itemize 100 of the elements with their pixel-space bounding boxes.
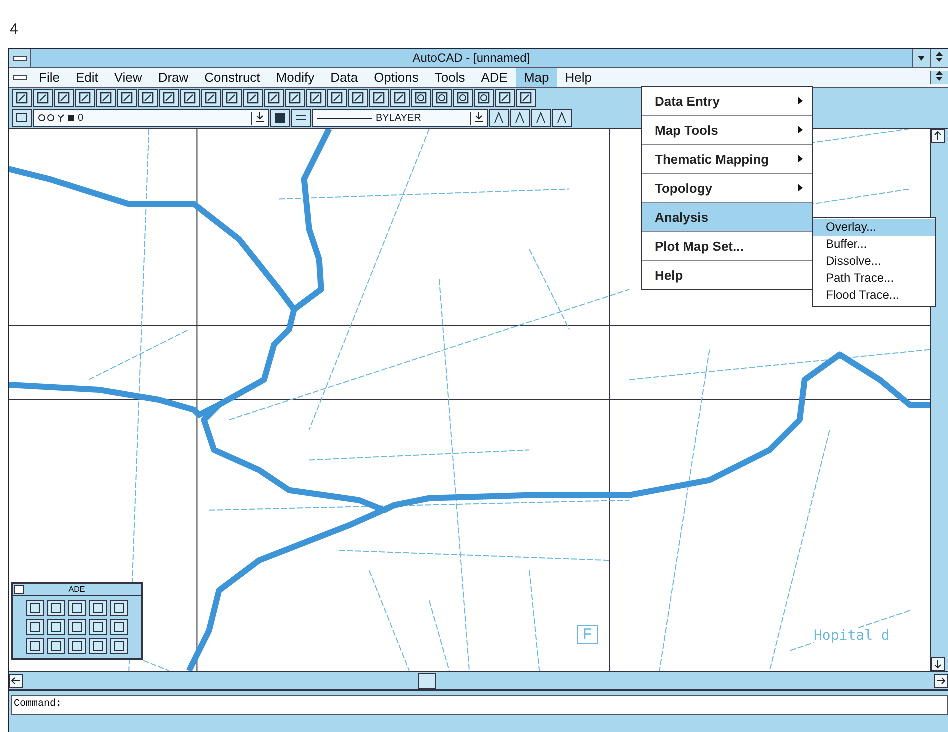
- toolbar-button[interactable]: [510, 109, 530, 127]
- toolbar-button[interactable]: [552, 109, 572, 127]
- toolbar-button[interactable]: [432, 89, 452, 107]
- square-icon: [288, 91, 302, 105]
- linetype-name: BYLAYER: [376, 112, 422, 124]
- square-icon: [113, 640, 125, 652]
- toolbar-button[interactable]: [222, 89, 242, 107]
- map-label-box: F: [577, 625, 598, 644]
- toolbar-button[interactable]: [390, 89, 410, 107]
- toolbar-button[interactable]: [495, 89, 515, 107]
- toolbar-button[interactable]: [489, 109, 509, 127]
- toolbox-button[interactable]: [26, 619, 44, 635]
- menu-item[interactable]: Overlay...: [813, 219, 935, 236]
- toolbox-button[interactable]: [47, 638, 65, 654]
- system-menu-button[interactable]: [14, 585, 24, 594]
- minimize-button[interactable]: [912, 49, 930, 67]
- toolbox-button[interactable]: [26, 638, 44, 654]
- toolbar-button[interactable]: [327, 89, 347, 107]
- toolbox-button[interactable]: [68, 619, 86, 635]
- square-icon: [519, 91, 533, 105]
- menu-item[interactable]: Map Tools: [642, 116, 812, 145]
- menu-item[interactable]: Analysis: [642, 203, 812, 232]
- toolbar-button[interactable]: [411, 89, 431, 107]
- toolbar-button[interactable]: [285, 89, 305, 107]
- toolbox-button[interactable]: [47, 619, 65, 635]
- toolbar-button[interactable]: [348, 89, 368, 107]
- layers-button[interactable]: [12, 109, 32, 127]
- toolbar-button[interactable]: [117, 89, 137, 107]
- toolbar-button[interactable]: [180, 89, 200, 107]
- square-icon: [162, 91, 176, 105]
- toolbox-button[interactable]: [68, 638, 86, 654]
- square-icon: [225, 91, 239, 105]
- toolbar-button[interactable]: [54, 89, 74, 107]
- toolbox-button[interactable]: [68, 600, 86, 616]
- linetype-button[interactable]: [291, 109, 311, 127]
- system-menu-button[interactable]: [9, 49, 31, 67]
- square-icon: [71, 621, 83, 633]
- toolbar-button[interactable]: [306, 89, 326, 107]
- toolbox-button[interactable]: [89, 600, 107, 616]
- square-icon: [50, 640, 62, 652]
- toolbox-button[interactable]: [26, 600, 44, 616]
- horizontal-scrollbar[interactable]: [9, 671, 948, 691]
- color-button[interactable]: [270, 109, 290, 127]
- square-icon: [29, 640, 41, 652]
- square-icon: [246, 91, 260, 105]
- toolbar-button[interactable]: [453, 89, 473, 107]
- toolbar-button[interactable]: [264, 89, 284, 107]
- square-icon: [141, 91, 155, 105]
- menu-item[interactable]: Thematic Mapping: [642, 145, 812, 174]
- menu-item[interactable]: View: [106, 68, 150, 87]
- menu-item[interactable]: Construct: [196, 68, 268, 87]
- square-icon: [50, 602, 62, 614]
- toolbar-button[interactable]: [75, 89, 95, 107]
- layer-dropdown[interactable]: 0: [33, 109, 269, 127]
- menu-item[interactable]: Map: [516, 68, 558, 87]
- toolbar-button[interactable]: [138, 89, 158, 107]
- menu-item[interactable]: Options: [366, 68, 427, 87]
- square-icon: [113, 621, 125, 633]
- toolbox-title: ADE: [68, 585, 86, 594]
- scroll-thumb[interactable]: [418, 673, 436, 689]
- toolbar-button[interactable]: [201, 89, 221, 107]
- toolbar-button[interactable]: [474, 89, 494, 107]
- toolbar-button[interactable]: [243, 89, 263, 107]
- toolbar-button[interactable]: [516, 89, 536, 107]
- toolbar-button[interactable]: [12, 89, 32, 107]
- vertical-scrollbar[interactable]: [930, 129, 948, 671]
- square-icon: [71, 602, 83, 614]
- toolbox-button[interactable]: [110, 600, 128, 616]
- menu-item[interactable]: Help: [557, 68, 600, 87]
- menu-item[interactable]: ADE: [473, 68, 516, 87]
- menu-item[interactable]: Data: [322, 68, 366, 87]
- menu-item[interactable]: Modify: [268, 68, 323, 87]
- toolbar-button[interactable]: [369, 89, 389, 107]
- restore-button[interactable]: [930, 71, 948, 84]
- down-triangle-icon: [918, 56, 925, 60]
- square-icon: [15, 91, 29, 105]
- dropdown-arrow-icon: [256, 112, 264, 122]
- menu-item[interactable]: Tools: [426, 68, 474, 87]
- toolbar-button[interactable]: [531, 109, 551, 127]
- toolbar-button[interactable]: [96, 89, 116, 107]
- toolbar-button[interactable]: [33, 89, 53, 107]
- menu-item[interactable]: File: [31, 68, 68, 87]
- toolbox-button[interactable]: [110, 619, 128, 635]
- square-icon: [183, 91, 197, 105]
- linetype-dropdown[interactable]: BYLAYER: [312, 109, 488, 127]
- toolbox-button[interactable]: [89, 619, 107, 635]
- layer-name: 0: [78, 112, 84, 124]
- toolbar-button[interactable]: [159, 89, 179, 107]
- square-icon: [267, 91, 281, 105]
- menu-item[interactable]: Data Entry: [642, 87, 812, 116]
- toolbox-button[interactable]: [89, 638, 107, 654]
- menu-item[interactable]: Help: [642, 261, 812, 289]
- toolbox-button[interactable]: [110, 638, 128, 654]
- toolbox-button[interactable]: [47, 600, 65, 616]
- menu-item[interactable]: Draw: [150, 68, 197, 87]
- filled-square-icon: [273, 111, 287, 125]
- square-icon: [351, 91, 365, 105]
- menu-item[interactable]: Edit: [68, 68, 106, 87]
- square-icon: [113, 602, 125, 614]
- restore-button[interactable]: [930, 49, 948, 67]
